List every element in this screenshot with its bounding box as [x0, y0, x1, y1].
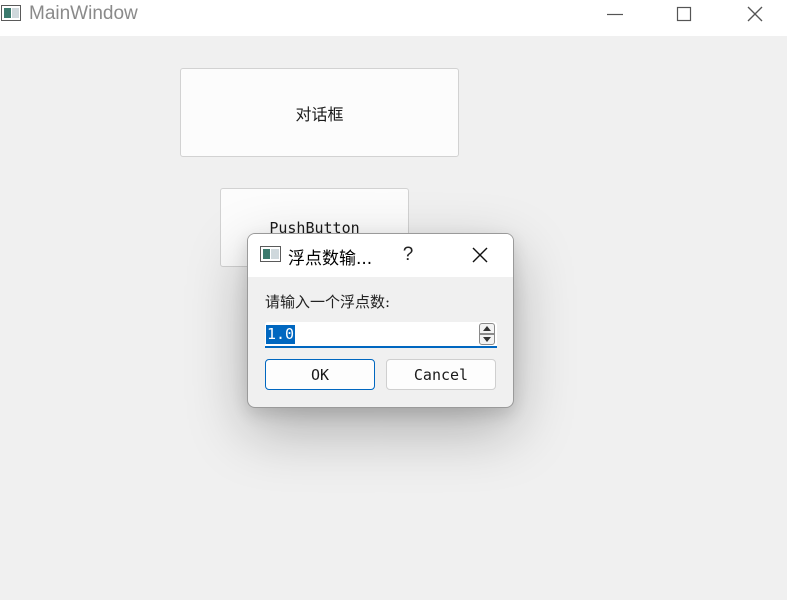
- maximize-icon: [676, 6, 692, 22]
- dialog-close-button[interactable]: [458, 240, 502, 270]
- caret-up-icon: [483, 326, 491, 331]
- close-icon: [472, 247, 488, 263]
- help-button[interactable]: ?: [394, 242, 422, 268]
- minimize-icon: [607, 13, 623, 16]
- main-window-titlebar: MainWindow: [0, 0, 787, 36]
- caret-down-icon: [483, 337, 491, 342]
- maximize-button[interactable]: [661, 0, 707, 30]
- float-input-dialog: 浮点数输... ? 请输入一个浮点数: 1.0 OK Cancel: [247, 233, 514, 408]
- close-window-button[interactable]: [731, 0, 777, 30]
- spin-up-button[interactable]: [479, 323, 495, 334]
- dialog-titlebar: 浮点数输... ?: [248, 234, 513, 277]
- dialog-app-icon: [260, 246, 281, 262]
- window-title: MainWindow: [29, 3, 138, 24]
- app-window-icon: [1, 5, 21, 21]
- float-value-input[interactable]: 1.0: [266, 325, 296, 344]
- float-spinbox[interactable]: 1.0: [265, 322, 497, 348]
- spin-down-button[interactable]: [479, 334, 495, 345]
- dialog-title: 浮点数输...: [288, 249, 373, 269]
- ok-button[interactable]: OK: [265, 359, 375, 390]
- open-dialog-button[interactable]: 对话框: [180, 68, 459, 157]
- close-icon: [747, 6, 763, 22]
- minimize-button[interactable]: [592, 0, 638, 30]
- cancel-button[interactable]: Cancel: [386, 359, 496, 390]
- dialog-prompt-label: 请输入一个浮点数:: [265, 293, 391, 311]
